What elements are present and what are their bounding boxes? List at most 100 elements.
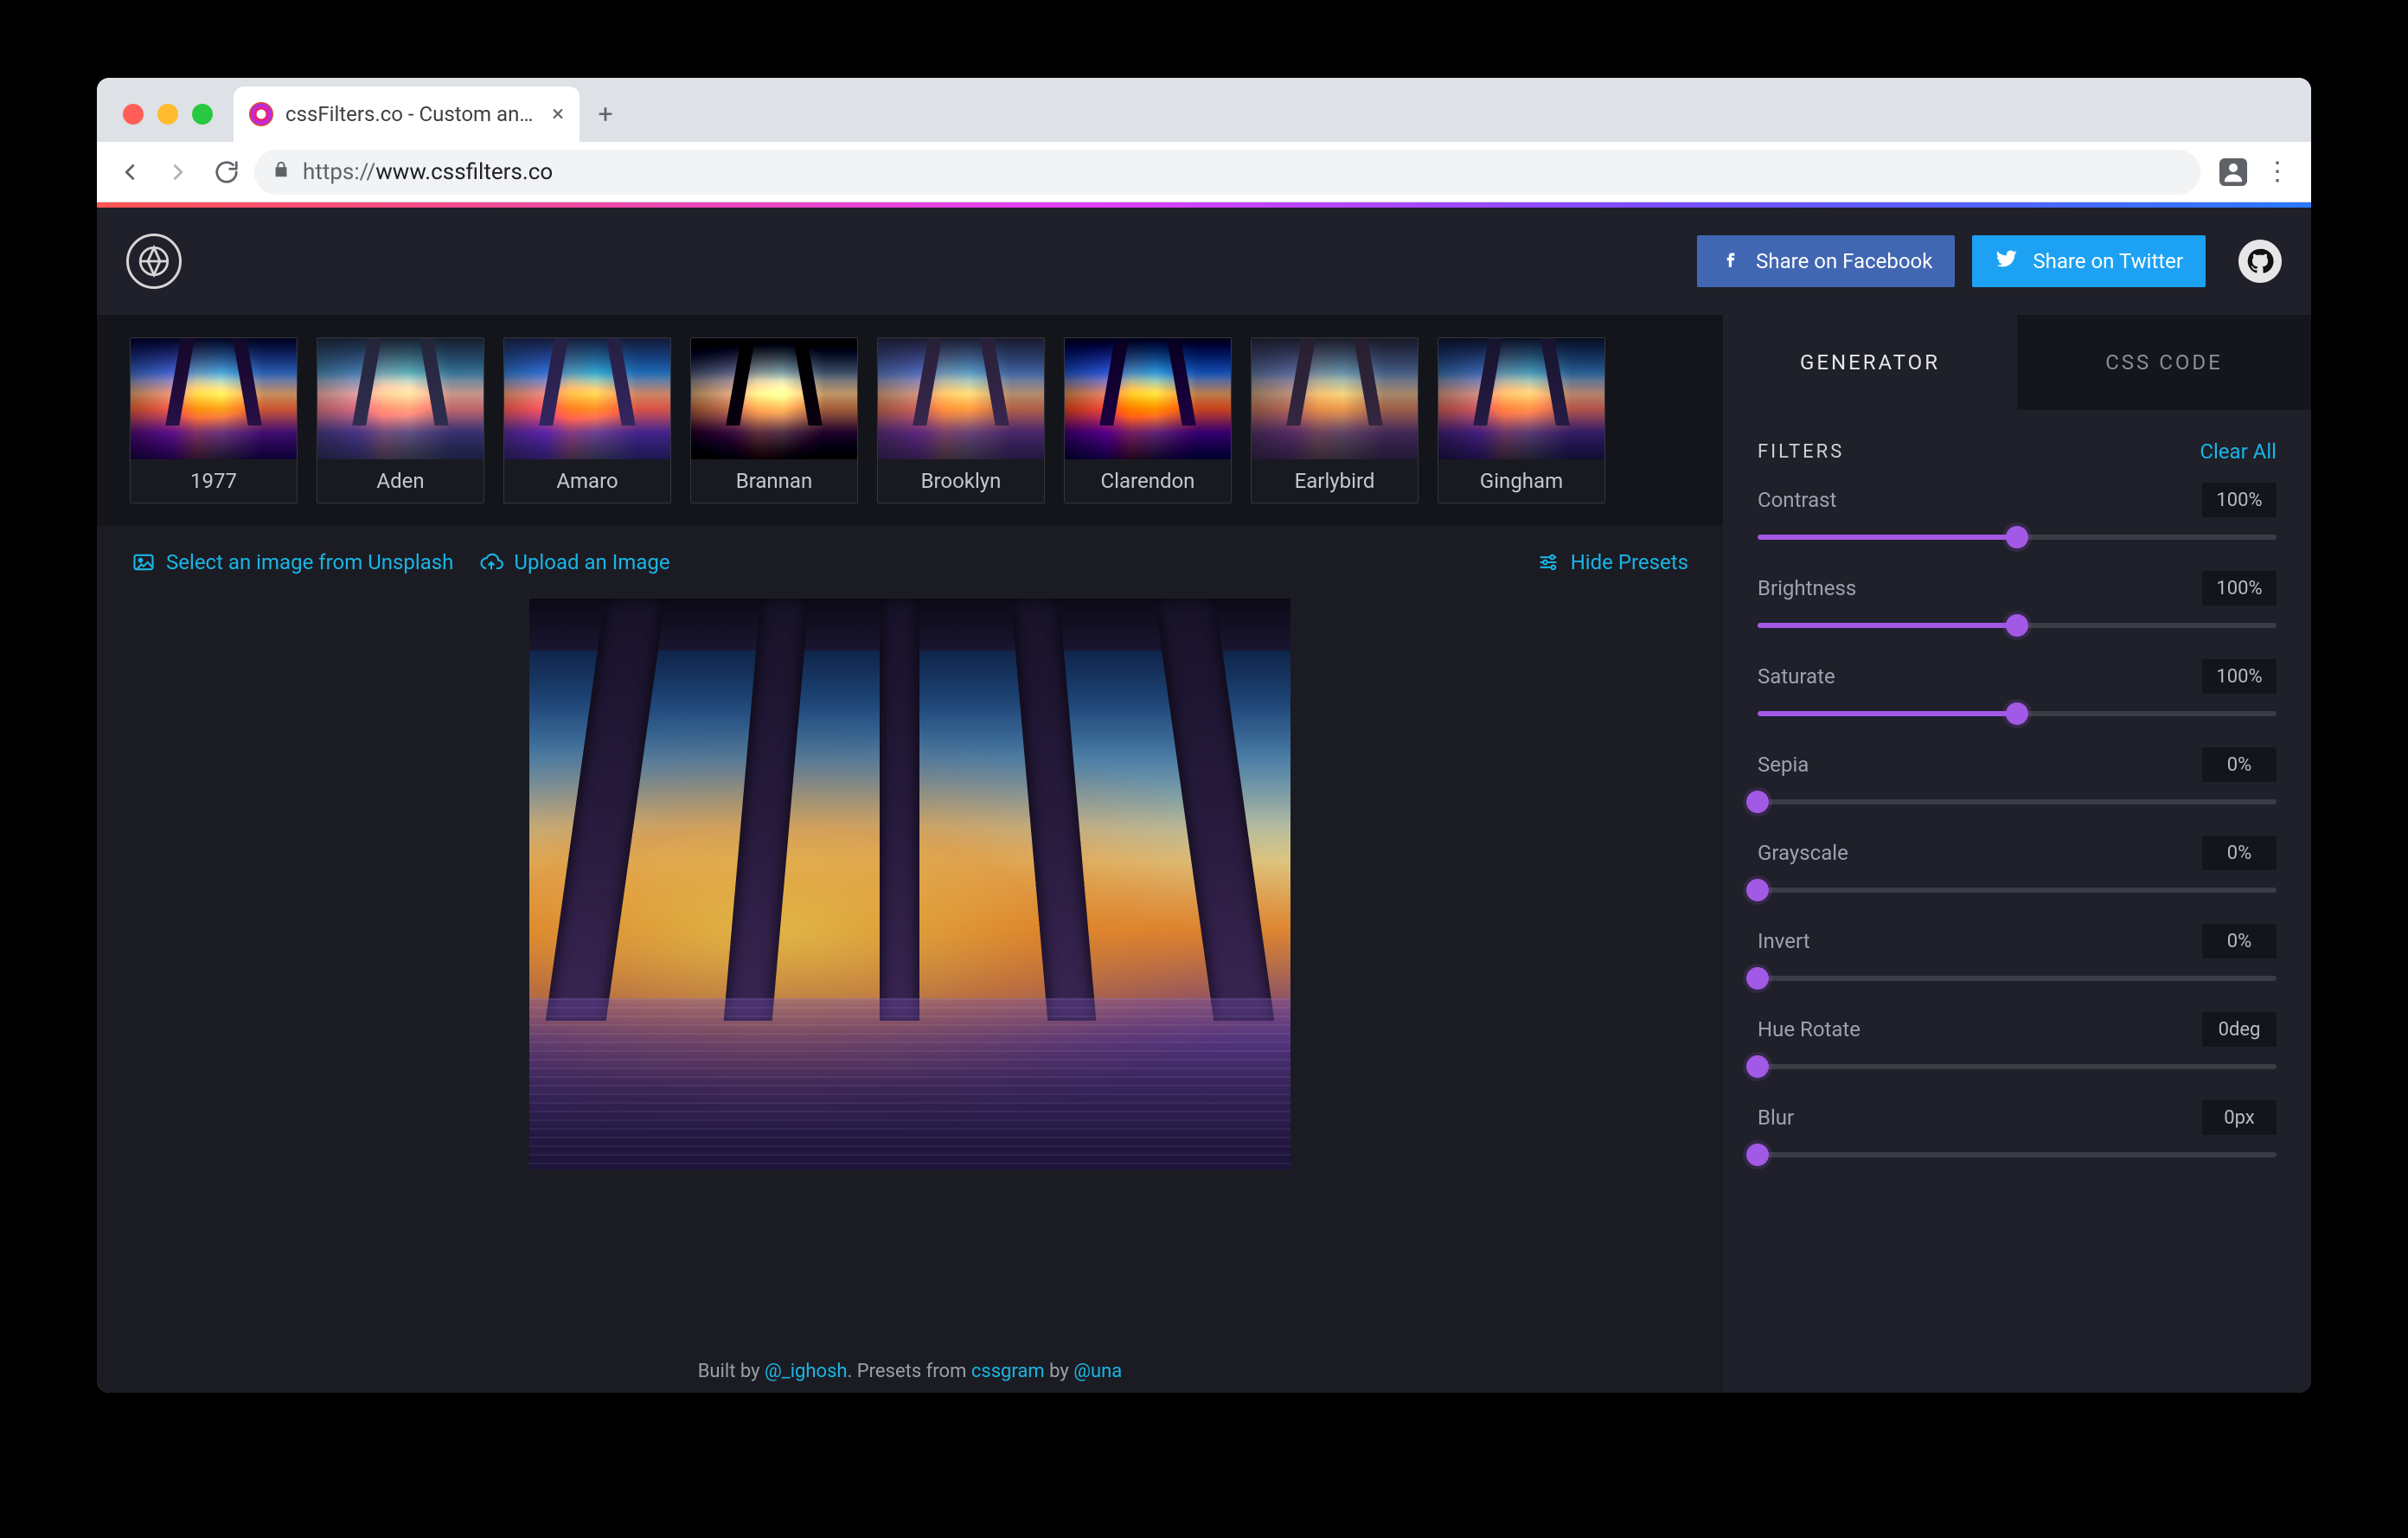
slider-track[interactable]	[1758, 711, 2277, 716]
preset-amaro[interactable]: Amaro	[503, 337, 671, 503]
slider-track[interactable]	[1758, 535, 2277, 540]
share-facebook-label: Share on Facebook	[1756, 249, 1932, 273]
reload-button[interactable]	[206, 151, 247, 193]
tab-strip: cssFilters.co - Custom and Inst × +	[97, 78, 2311, 142]
app-logo[interactable]	[126, 234, 182, 289]
slider-knob[interactable]	[2006, 614, 2028, 637]
slider-value: 0px	[2202, 1100, 2277, 1135]
slider-value: 0%	[2202, 836, 2277, 870]
preset-thumb	[1065, 338, 1231, 459]
slider-sepia: Sepia 0%	[1758, 747, 2277, 804]
tab-generator[interactable]: GENERATOR	[1723, 315, 2017, 410]
filters-heading: FILTERS	[1758, 441, 1844, 463]
new-tab-button[interactable]: +	[580, 87, 631, 142]
preset-label: Aden	[317, 459, 484, 503]
preset-label: 1977	[131, 459, 297, 503]
slider-contrast: Contrast100%	[1758, 483, 2277, 540]
una-link[interactable]: @una	[1073, 1361, 1122, 1382]
page-content: Share on Facebook Share on Twitter 1977 A…	[97, 202, 2311, 1393]
clear-all-button[interactable]: Clear All	[2200, 439, 2277, 464]
preset-thumb	[504, 338, 670, 459]
upload-image-label: Upload an Image	[514, 550, 669, 574]
slider-track[interactable]	[1758, 1064, 2277, 1069]
profile-icon	[2219, 158, 2247, 186]
preset-thumb	[131, 338, 297, 459]
slider-knob[interactable]	[1746, 791, 1769, 813]
slider-knob[interactable]	[1746, 879, 1769, 901]
slider-grayscale: Grayscale 0%	[1758, 836, 2277, 893]
author-link[interactable]: @_ighosh	[765, 1361, 848, 1382]
tab-css-code[interactable]: CSS CODE	[2017, 315, 2311, 410]
preview-image[interactable]	[529, 599, 1290, 1170]
image-icon	[131, 550, 156, 574]
preset-thumb	[878, 338, 1044, 459]
slider-label: Brightness	[1758, 576, 1856, 600]
preview-canvas	[97, 583, 1723, 1335]
tab-close-icon[interactable]: ×	[552, 101, 564, 127]
preset-1977[interactable]: 1977	[130, 337, 298, 503]
slider-knob[interactable]	[1746, 1144, 1769, 1166]
preset-earlybird[interactable]: Earlybird	[1251, 337, 1419, 503]
browser-tab[interactable]: cssFilters.co - Custom and Inst ×	[234, 87, 580, 142]
slider-hue-rotate: Hue Rotate0deg	[1758, 1012, 2277, 1069]
cssgram-link[interactable]: cssgram	[971, 1361, 1045, 1382]
slider-track[interactable]	[1758, 976, 2277, 981]
slider-knob[interactable]	[1746, 967, 1769, 990]
slider-knob[interactable]	[2006, 702, 2028, 725]
slider-value: 100%	[2202, 659, 2277, 694]
slider-track[interactable]	[1758, 888, 2277, 893]
slider-track[interactable]	[1758, 799, 2277, 804]
lock-icon	[272, 159, 291, 185]
preset-aden[interactable]: Aden	[317, 337, 484, 503]
share-twitter-label: Share on Twitter	[2033, 249, 2183, 273]
fullscreen-window-button[interactable]	[192, 104, 213, 125]
preset-gingham[interactable]: Gingham	[1438, 337, 1605, 503]
preset-strip[interactable]: 1977 Aden Amaro BrannanBrooklynClarendon Ear…	[97, 315, 1723, 526]
slider-track[interactable]	[1758, 623, 2277, 628]
slider-label: Saturate	[1758, 664, 1835, 689]
preset-label: Gingham	[1438, 459, 1604, 503]
forward-button[interactable]	[157, 151, 199, 193]
close-window-button[interactable]	[123, 104, 144, 125]
url-text: https://www.cssfilters.co	[303, 159, 553, 185]
image-action-bar: Select an image from Unsplash Upload an …	[97, 526, 1723, 583]
slider-label: Blur	[1758, 1105, 1794, 1130]
share-twitter-button[interactable]: Share on Twitter	[1972, 235, 2206, 287]
preset-label: Amaro	[504, 459, 670, 503]
preset-thumb	[317, 338, 484, 459]
address-bar[interactable]: https://www.cssfilters.co	[254, 150, 2200, 195]
kebab-icon: ⋮	[2264, 157, 2292, 187]
share-facebook-button[interactable]: Share on Facebook	[1697, 235, 1955, 287]
slider-track[interactable]	[1758, 1152, 2277, 1157]
hide-presets-toggle[interactable]: Hide Presets	[1536, 550, 1688, 574]
menu-button[interactable]: ⋮	[2258, 151, 2299, 193]
minimize-window-button[interactable]	[157, 104, 178, 125]
preset-clarendon[interactable]: Clarendon	[1064, 337, 1232, 503]
preset-thumb	[1438, 338, 1604, 459]
slider-blur: Blur 0px	[1758, 1100, 2277, 1157]
slider-label: Contrast	[1758, 488, 1836, 512]
upload-image-link[interactable]: Upload an Image	[479, 550, 669, 574]
profile-button[interactable]	[2213, 151, 2254, 193]
browser-toolbar: https://www.cssfilters.co ⋮	[97, 142, 2311, 202]
control-panel: GENERATOR CSS CODE FILTERS Clear All Con…	[1723, 315, 2311, 1393]
window-controls	[111, 104, 225, 142]
slider-value: 0deg	[2202, 1012, 2277, 1047]
select-unsplash-label: Select an image from Unsplash	[166, 550, 453, 574]
slider-knob[interactable]	[1746, 1055, 1769, 1078]
app-header: Share on Facebook Share on Twitter	[97, 208, 2311, 315]
hide-presets-label: Hide Presets	[1571, 550, 1688, 574]
slider-label: Grayscale	[1758, 841, 1848, 865]
footer-credit: Built by @_ighosh. Presets from cssgram …	[97, 1335, 1723, 1393]
preset-thumb	[691, 338, 857, 459]
slider-value: 0%	[2202, 747, 2277, 782]
preset-brannan[interactable]: Brannan	[690, 337, 858, 503]
slider-knob[interactable]	[2006, 526, 2028, 548]
github-link[interactable]	[2238, 240, 2282, 283]
back-button[interactable]	[109, 151, 150, 193]
preset-label: Earlybird	[1252, 459, 1418, 503]
slider-label: Sepia	[1758, 753, 1809, 777]
slider-brightness: Brightness100%	[1758, 571, 2277, 628]
preset-brooklyn[interactable]: Brooklyn	[877, 337, 1045, 503]
select-unsplash-link[interactable]: Select an image from Unsplash	[131, 550, 453, 574]
